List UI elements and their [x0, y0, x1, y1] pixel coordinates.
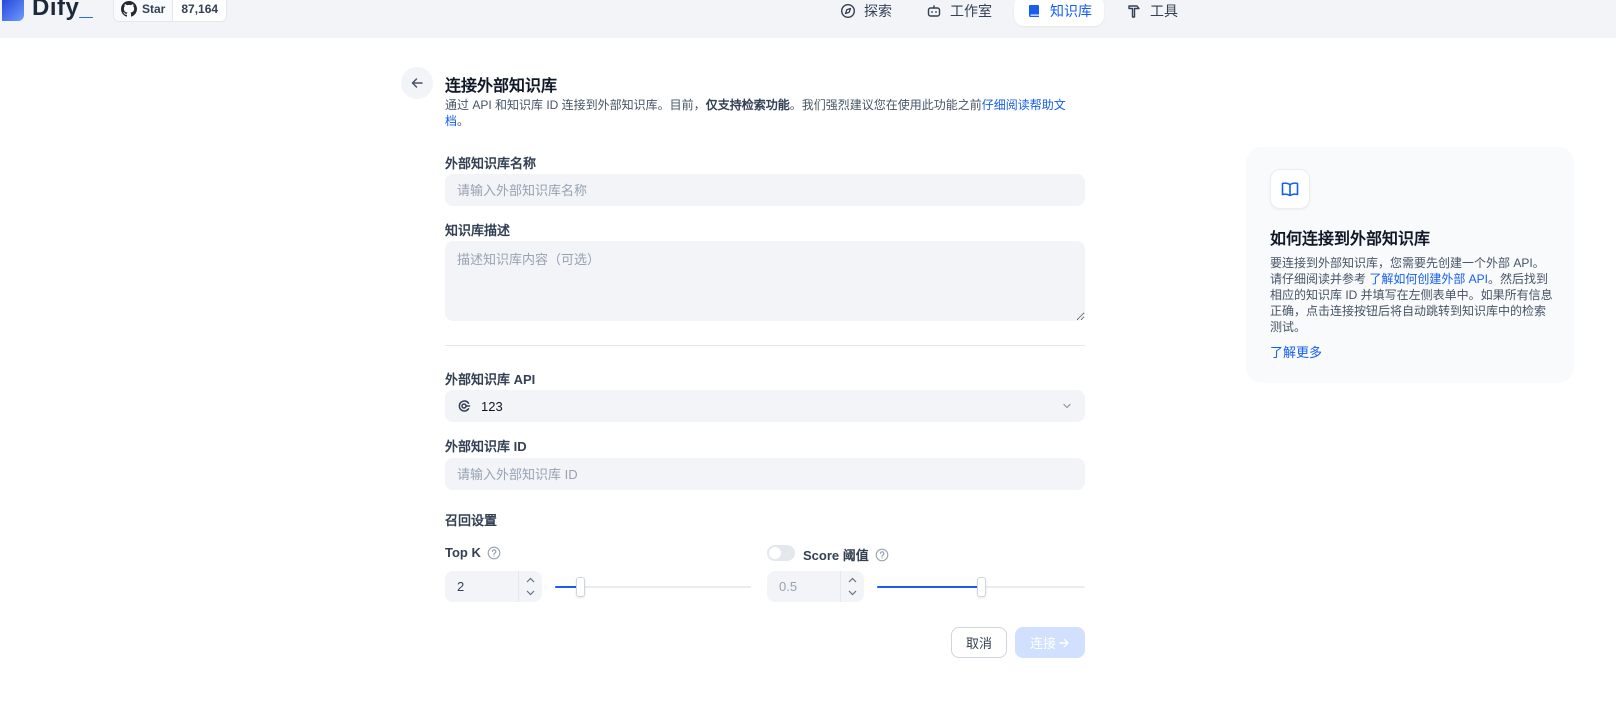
- open-book-icon: [1281, 182, 1299, 197]
- description-end: 。: [457, 114, 470, 128]
- cancel-button[interactable]: 取消: [951, 627, 1007, 658]
- page-title: 连接外部知识库: [445, 78, 558, 95]
- hammer-icon: [1128, 5, 1140, 18]
- description-label: 知识库描述: [445, 223, 511, 238]
- retrieval-settings-title: 召回设置: [445, 513, 498, 528]
- chevron-down-icon: [1063, 403, 1071, 409]
- divider: [445, 345, 1085, 346]
- decrement-chevron-down-icon[interactable]: [848, 587, 857, 600]
- github-icon: [121, 1, 137, 17]
- help-panel-title: 如何连接到外部知识库: [1270, 231, 1431, 248]
- knowledge-id-input[interactable]: [445, 458, 1085, 490]
- top-k-stepper[interactable]: 2: [445, 571, 542, 602]
- api-connection-icon: [458, 400, 471, 412]
- top-k-label-text: Top K: [445, 545, 481, 560]
- main-nav: 探索 工作室 知识库 工具: [828, 0, 1190, 26]
- knowledge-id-label: 外部知识库 ID: [445, 439, 527, 454]
- nav-studio[interactable]: 工作室: [914, 0, 1004, 26]
- help-panel: 如何连接到外部知识库 要连接到外部知识库，您需要先创建一个外部 API。请仔细阅…: [1246, 147, 1574, 383]
- decrement-chevron-down-icon[interactable]: [526, 587, 535, 600]
- increment-chevron-up-icon[interactable]: [848, 574, 857, 587]
- description-text-2: 。我们强烈建议您在使用此功能之前: [789, 98, 982, 112]
- score-threshold-label: Score 阈值: [803, 545, 889, 564]
- top-k-value[interactable]: 2: [445, 579, 518, 594]
- robot-icon: [927, 5, 941, 17]
- name-label: 外部知识库名称: [445, 156, 537, 171]
- description-textarea[interactable]: [445, 241, 1085, 321]
- score-threshold-slider-thumb[interactable]: [977, 577, 986, 597]
- compass-icon: [840, 3, 856, 19]
- nav-tools-label: 工具: [1150, 3, 1178, 19]
- top-k-label: Top K: [445, 545, 501, 560]
- nav-tools[interactable]: 工具: [1114, 0, 1190, 26]
- page-description: 通过 API 和知识库 ID 连接到外部知识库。目前，仅支持检索功能。我们强烈建…: [445, 97, 1085, 129]
- nav-explore-label: 探索: [864, 3, 892, 19]
- help-circle-icon[interactable]: [875, 548, 889, 562]
- name-input[interactable]: [445, 174, 1085, 206]
- dify-logo[interactable]: Dify_: [2, 0, 93, 22]
- score-threshold-value[interactable]: 0.5: [767, 579, 840, 594]
- help-panel-text: 要连接到外部知识库，您需要先创建一个外部 API。请仔细阅读并参考 了解如何创建…: [1270, 255, 1555, 335]
- nav-knowledge[interactable]: 知识库: [1014, 0, 1104, 26]
- connect-button-label: 连接: [1029, 636, 1056, 651]
- connect-button[interactable]: 连接: [1015, 627, 1085, 658]
- book-icon: [1028, 5, 1039, 17]
- description-text: 通过 API 和知识库 ID 连接到外部知识库。目前，: [445, 98, 706, 112]
- increment-chevron-up-icon[interactable]: [526, 574, 535, 587]
- top-k-slider-thumb[interactable]: [576, 577, 585, 597]
- top-k-slider[interactable]: [555, 577, 751, 597]
- score-threshold-stepper[interactable]: 0.5: [767, 571, 864, 602]
- help-panel-icon-box: [1270, 169, 1310, 209]
- nav-explore[interactable]: 探索: [828, 0, 904, 26]
- arrow-right-icon: [1059, 638, 1069, 647]
- github-star-button[interactable]: Star 87,164: [113, 0, 228, 22]
- logo-mark: [2, 0, 24, 21]
- score-threshold-toggle[interactable]: [767, 545, 795, 561]
- back-button[interactable]: [401, 67, 433, 99]
- nav-knowledge-label: 知识库: [1050, 3, 1092, 19]
- nav-studio-label: 工作室: [950, 3, 992, 19]
- help-circle-icon[interactable]: [487, 546, 501, 560]
- api-label: 外部知识库 API: [445, 372, 536, 387]
- arrow-left-icon: [411, 78, 423, 88]
- score-threshold-label-text: Score 阈值: [803, 548, 869, 563]
- score-threshold-slider-fill: [877, 586, 981, 588]
- logo-text: Dify_: [32, 0, 94, 21]
- score-threshold-slider[interactable]: [877, 577, 1085, 597]
- star-count: 87,164: [181, 2, 219, 16]
- api-select[interactable]: 123: [445, 390, 1085, 422]
- create-api-guide-link[interactable]: 了解如何创建外部 API: [1369, 272, 1488, 286]
- top-bar: Dify_ Star 87,164 探索 工作室 知识库 工具: [0, 0, 1616, 38]
- description-bold: 仅支持检索功能: [705, 98, 790, 112]
- star-label: Star: [142, 2, 166, 16]
- learn-more-link[interactable]: 了解更多: [1270, 342, 1322, 361]
- api-select-value: 123: [481, 398, 503, 414]
